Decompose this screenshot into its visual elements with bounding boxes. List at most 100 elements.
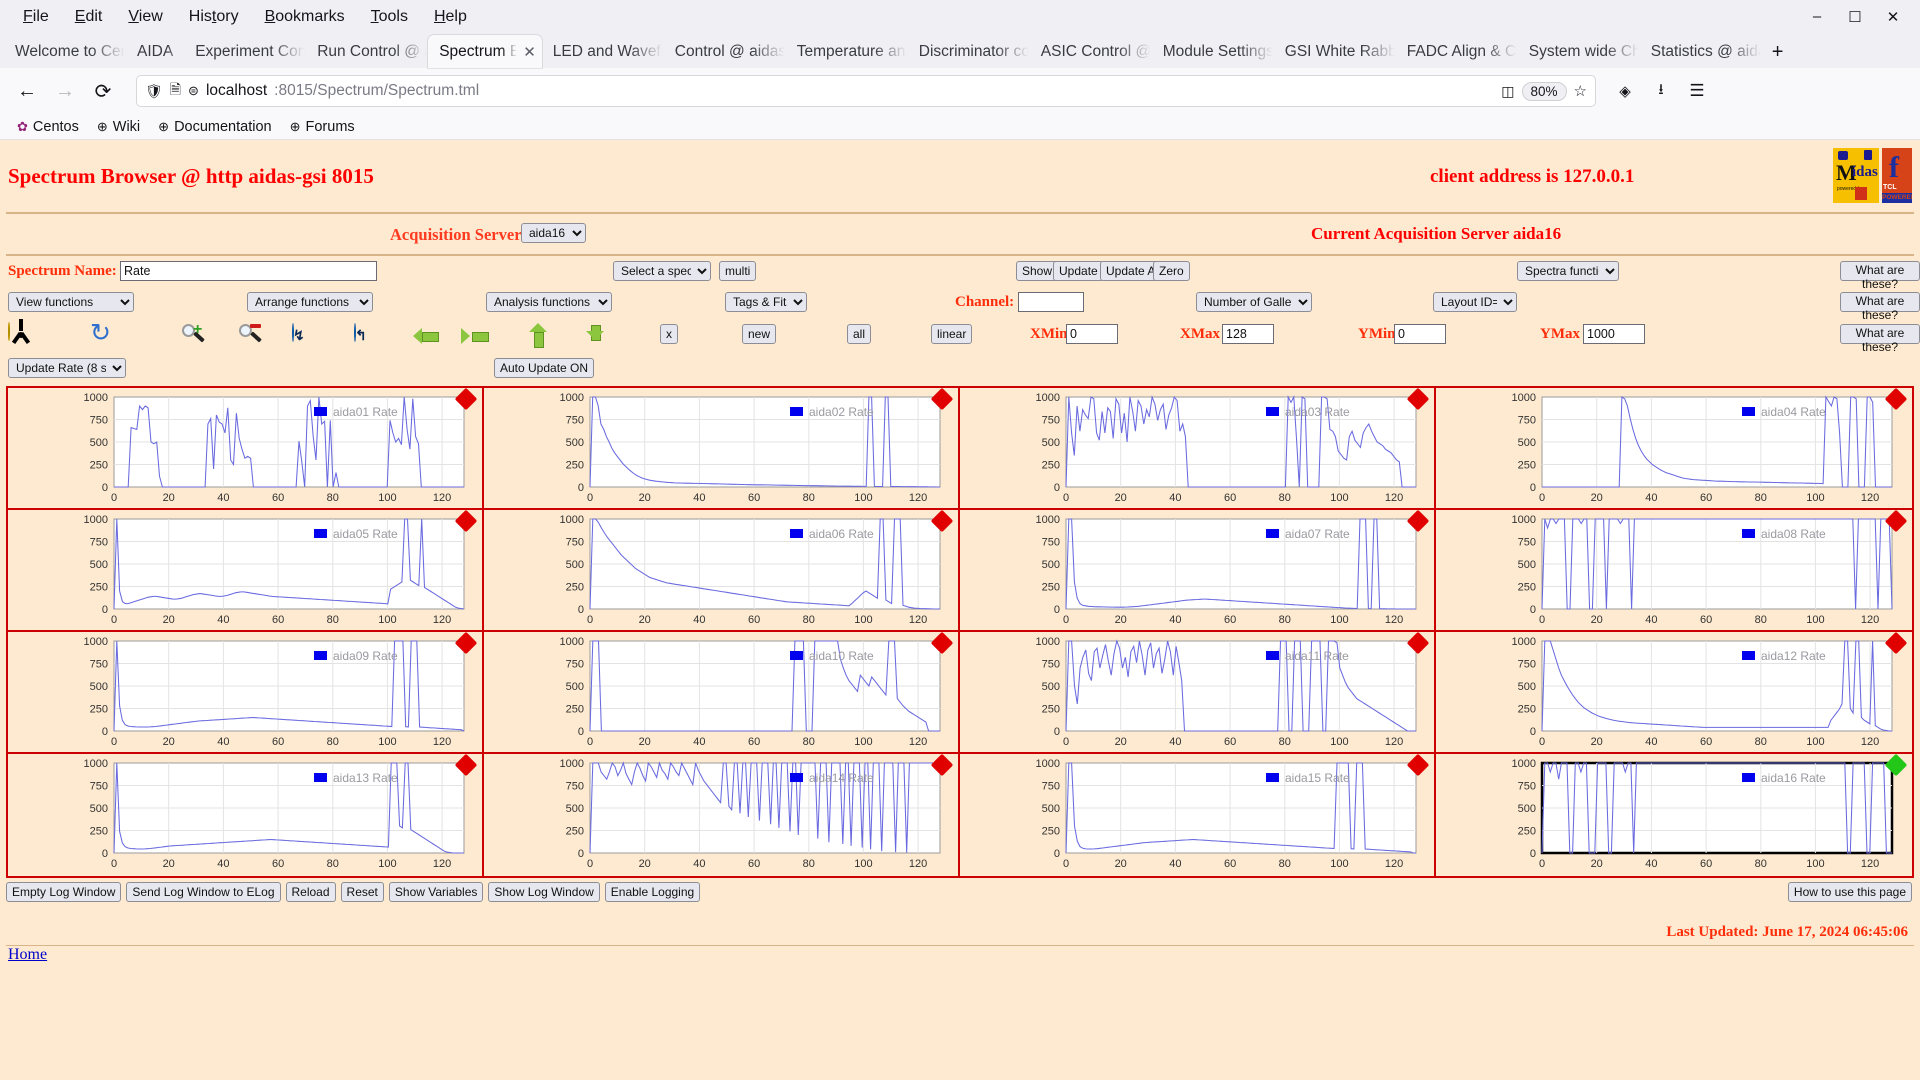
menu-view[interactable]: View — [115, 5, 175, 29]
spectrum-panel[interactable]: 0 250 500 750 1000 0 20 40 60 80 100 120 aida04 Rate — [1436, 388, 1912, 510]
browser-tab[interactable]: Experiment Control — [184, 35, 306, 68]
analysis-functions-dropdown[interactable]: Analysis functions — [486, 292, 612, 312]
browser-tab[interactable]: GSI White Rabbit — [1274, 35, 1396, 68]
bookmark-item[interactable]: ⊕ Wiki — [90, 117, 147, 137]
zoom-level-badge[interactable]: 80% — [1521, 81, 1567, 101]
what-are-these-button-2[interactable]: What are these? — [1840, 292, 1920, 322]
multi-button[interactable]: multi — [719, 261, 757, 281]
tags-and-fits-dropdown[interactable]: Tags & Fits — [725, 292, 807, 312]
ymin-input[interactable] — [1394, 324, 1446, 344]
menu-history[interactable]: History — [176, 5, 252, 29]
shield-icon[interactable]: 🛡 — [145, 83, 163, 100]
browser-tab[interactable]: LED and Waveform — [542, 35, 664, 68]
update-rate-dropdown[interactable]: Update Rate (8 secs) — [8, 358, 126, 378]
menu-file[interactable]: File — [10, 5, 62, 29]
x-tick-label: 100 — [378, 858, 396, 870]
menu-tools[interactable]: Tools — [358, 5, 421, 29]
spectrum-panel[interactable]: 0 250 500 750 1000 0 20 40 60 80 100 120 aida10 Rate — [484, 632, 960, 754]
log-button-reset[interactable]: Reset — [340, 882, 384, 902]
bookmark-item[interactable]: ⊕ Forums — [283, 117, 362, 137]
spectrum-panel[interactable]: 0 250 500 750 1000 0 20 40 60 80 100 120 aida07 Rate — [960, 510, 1436, 632]
reader-view-icon[interactable]: ◫ — [1501, 83, 1514, 100]
what-are-these-button-1[interactable]: What are these? — [1840, 261, 1920, 291]
browser-tab-active[interactable]: Spectrum Browser ✕ — [428, 35, 542, 68]
url-bar[interactable]: 🛡 🗎 ⊜ localhost:8015/Spectrum/Spectrum.t… — [136, 75, 1596, 107]
linear-button[interactable]: linear — [931, 324, 973, 344]
log-button-reload[interactable]: Reload — [285, 882, 336, 902]
spectrum-panel[interactable]: 0 250 500 750 1000 0 20 40 60 80 100 120 aida06 Rate — [484, 510, 960, 632]
pocket-icon[interactable]: ◈ — [1608, 74, 1642, 108]
app-menu-icon[interactable]: ☰ — [1680, 74, 1714, 108]
acquisition-server-select[interactable]: aida16aida01aida02aida03aida04 — [521, 223, 586, 243]
channel-input[interactable] — [1018, 292, 1084, 312]
minimize-icon[interactable]: – — [1798, 0, 1836, 33]
spectrum-panel[interactable]: 0 250 500 750 1000 0 20 40 60 80 100 120 aida15 Rate — [960, 754, 1436, 876]
update-button[interactable]: Update — [1053, 261, 1104, 281]
browser-tab[interactable]: Run Control @ aidas — [306, 35, 428, 68]
log-button-send-log-window-to-elog[interactable]: Send Log Window to ELog — [126, 882, 281, 902]
number-of-galleries-dropdown[interactable]: Number of Galleries — [1196, 292, 1312, 312]
log-button-show-log-window[interactable]: Show Log Window — [488, 882, 600, 902]
close-icon[interactable]: ✕ — [1874, 0, 1912, 33]
spectrum-panel[interactable]: 0 250 500 750 1000 0 20 40 60 80 100 120 aida12 Rate — [1436, 632, 1912, 754]
zero-button[interactable]: Zero — [1153, 261, 1190, 281]
down-arrow-circle-icon[interactable]: ↯ — [292, 323, 305, 343]
bookmark-item[interactable]: ⊕ Documentation — [151, 117, 278, 137]
spectrum-panel[interactable]: 0 250 500 750 1000 0 20 40 60 80 100 120 aida16 Rate — [1436, 754, 1912, 876]
xmin-input[interactable] — [1066, 324, 1118, 344]
browser-tab[interactable]: Temperature and — [786, 35, 908, 68]
radioactive-icon[interactable] — [8, 319, 34, 349]
browser-tab[interactable]: ASIC Control @ — [1030, 35, 1152, 68]
log-button-enable-logging[interactable]: Enable Logging — [604, 882, 701, 902]
spectrum-panel[interactable]: 0 250 500 750 1000 0 20 40 60 80 100 120 aida11 Rate — [960, 632, 1436, 754]
how-to-use-this-page-button[interactable]: How to use this page — [1787, 882, 1912, 902]
auto-update-button[interactable]: Auto Update ON — [494, 358, 595, 378]
spectrum-panel[interactable]: 0 250 500 750 1000 0 20 40 60 80 100 120 aida03 Rate — [960, 388, 1436, 510]
ymax-input[interactable] — [1583, 324, 1645, 344]
browser-tab[interactable]: System wide Ch — [1518, 35, 1640, 68]
layout-id-dropdown[interactable]: Layout ID=1 — [1433, 292, 1517, 312]
up-arrow-circle-icon[interactable]: ↰ — [354, 323, 367, 343]
downloads-icon[interactable]: ⭳ — [1644, 74, 1678, 108]
show-button[interactable]: Show — [1016, 261, 1059, 281]
menu-help[interactable]: Help — [421, 5, 480, 29]
log-button-empty-log-window[interactable]: Empty Log Window — [6, 882, 122, 902]
home-link[interactable]: Home — [0, 946, 47, 963]
menu-bookmarks[interactable]: Bookmarks — [252, 5, 358, 29]
new-tab-icon[interactable]: + — [1762, 41, 1794, 68]
what-are-these-button-3[interactable]: What are these? — [1840, 324, 1920, 354]
spectrum-panel[interactable]: 0 250 500 750 1000 0 20 40 60 80 100 120 aida09 Rate — [8, 632, 484, 754]
spectrum-panel[interactable]: 0 250 500 750 1000 0 20 40 60 80 100 120 aida01 Rate — [8, 388, 484, 510]
browser-tab[interactable]: FADC Align & C — [1396, 35, 1518, 68]
browser-tab[interactable]: Discriminator co — [908, 35, 1030, 68]
bookmark-item[interactable]: ✿ Centos — [10, 117, 86, 137]
reload-icon[interactable]: ⟳ — [86, 74, 120, 108]
browser-tab[interactable]: Statistics @ aida — [1640, 35, 1762, 68]
log-button-show-variables[interactable]: Show Variables — [388, 882, 484, 902]
all-button[interactable]: all — [847, 324, 872, 344]
arrange-functions-dropdown[interactable]: Arrange functions — [247, 292, 373, 312]
browser-tab[interactable]: Control @ aidas — [664, 35, 786, 68]
spectrum-panel[interactable]: 0 250 500 750 1000 0 20 40 60 80 100 120 aida13 Rate — [8, 754, 484, 876]
maximize-icon[interactable]: ☐ — [1836, 0, 1874, 33]
browser-tab[interactable]: Welcome to Centos — [4, 35, 126, 68]
x-button[interactable]: x — [660, 324, 678, 344]
xmax-input[interactable] — [1222, 324, 1274, 344]
select-a-spectrum-dropdown[interactable]: Select a spectrum — [613, 261, 711, 281]
bookmark-star-icon[interactable]: ☆ — [1574, 82, 1587, 100]
spectrum-panel[interactable]: 0 250 500 750 1000 0 20 40 60 80 100 120 aida02 Rate — [484, 388, 960, 510]
back-icon[interactable]: ← — [10, 74, 44, 108]
spectrum-panel[interactable]: 0 250 500 750 1000 0 20 40 60 80 100 120 aida14 Rate — [484, 754, 960, 876]
view-functions-dropdown[interactable]: View functions — [8, 292, 134, 312]
spectrum-name-input[interactable] — [120, 261, 377, 281]
permissions-icon[interactable]: ⊜ — [188, 83, 199, 99]
spectrum-panel[interactable]: 0 250 500 750 1000 0 20 40 60 80 100 120 aida08 Rate — [1436, 510, 1912, 632]
spectra-functions-dropdown[interactable]: Spectra functions — [1517, 261, 1619, 281]
spectrum-panel[interactable]: 0 250 500 750 1000 0 20 40 60 80 100 120 aida05 Rate — [8, 510, 484, 632]
browser-tab[interactable]: Module Settings — [1152, 35, 1274, 68]
new-button[interactable]: new — [742, 324, 777, 344]
menu-edit[interactable]: Edit — [62, 5, 116, 29]
forward-icon[interactable]: → — [48, 74, 82, 108]
tab-close-icon[interactable]: ✕ — [523, 43, 536, 61]
browser-tab[interactable]: AIDA — [126, 35, 184, 68]
